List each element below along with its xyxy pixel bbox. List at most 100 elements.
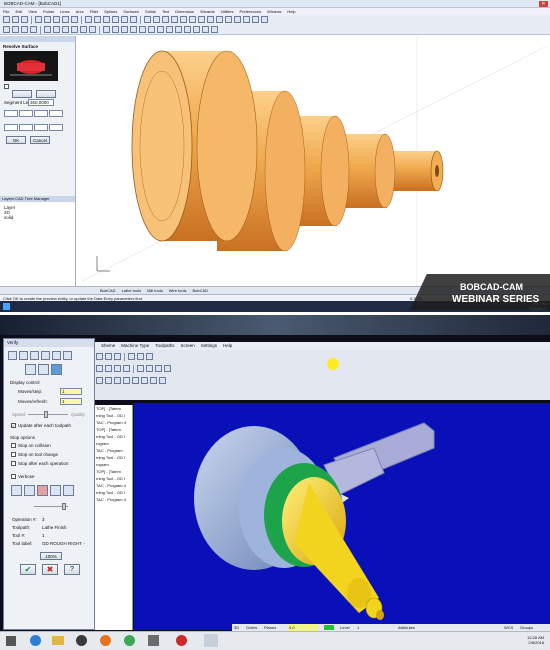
fast-forward-icon[interactable] (63, 351, 72, 360)
transparency-thumb[interactable] (62, 503, 66, 510)
menu-item[interactable]: Text (162, 9, 169, 14)
delete-icon[interactable] (62, 26, 69, 33)
status-gview[interactable]: Gview (246, 624, 257, 631)
color-icon[interactable] (153, 16, 160, 23)
axis-input-1[interactable] (4, 124, 18, 131)
folder-icon[interactable] (52, 636, 64, 645)
step-back-icon[interactable] (19, 351, 28, 360)
view-side-icon[interactable] (21, 26, 28, 33)
angle-input-4[interactable] (49, 110, 63, 117)
cut-icon[interactable] (53, 16, 60, 23)
line-style-icon[interactable] (162, 16, 169, 23)
moves-step-input[interactable]: 1 (60, 388, 82, 395)
menu-item[interactable]: Wizards (200, 9, 214, 14)
sweep-icon[interactable] (193, 26, 200, 33)
toolpath-list-item[interactable]: rning Tool - OD I (96, 475, 132, 482)
toolpath-list-item[interactable]: TOP] - [Tatem (96, 468, 132, 475)
post-icon[interactable] (146, 353, 153, 360)
toolpath-list-item[interactable]: rogram (96, 461, 132, 468)
status-groups[interactable]: Groups (520, 624, 533, 631)
open-file-icon[interactable] (12, 16, 19, 23)
trim-icon[interactable] (150, 377, 157, 384)
toolpath-icon[interactable] (96, 353, 103, 360)
axis-input-3[interactable] (34, 124, 48, 131)
bottom-tab[interactable]: BobCAD (100, 288, 116, 293)
measure-icon[interactable] (189, 16, 196, 23)
offset-icon[interactable] (148, 26, 155, 33)
zoom-in-icon[interactable] (137, 365, 144, 372)
angle-input-1[interactable] (4, 110, 18, 117)
chamfer-icon[interactable] (130, 26, 137, 33)
select-axis-button[interactable] (36, 90, 56, 98)
ie-icon[interactable] (30, 635, 41, 646)
simulate-icon[interactable] (137, 353, 144, 360)
menu-item[interactable]: File (3, 9, 9, 14)
dimension-icon[interactable] (261, 16, 268, 23)
menu-item[interactable]: Sheme (101, 343, 115, 348)
fit-icon[interactable] (112, 16, 119, 23)
point-icon[interactable] (96, 377, 103, 384)
save-icon[interactable] (21, 16, 28, 23)
compare-icon[interactable] (51, 364, 62, 375)
windows-start-icon[interactable] (6, 636, 16, 646)
step-forward-icon[interactable] (52, 351, 61, 360)
surface-icon[interactable] (132, 377, 139, 384)
menu-item[interactable]: Toolpaths (155, 343, 174, 348)
extrude-icon[interactable] (175, 26, 182, 33)
menu-item[interactable]: Arcs (76, 9, 84, 14)
pan-icon[interactable] (94, 16, 101, 23)
wireframe-icon[interactable] (121, 16, 128, 23)
toolpath-list-item[interactable]: TAC - Program 4 (96, 482, 132, 489)
snap-icon[interactable] (180, 16, 187, 23)
stop-tool-change-checkbox[interactable] (11, 452, 16, 457)
boolean-icon[interactable] (202, 26, 209, 33)
toolpath-list-item[interactable]: TOP] - [Tatem (96, 405, 132, 412)
toolpath-list-item[interactable]: rogram (96, 440, 132, 447)
cut-icon[interactable] (63, 485, 74, 496)
segment-length-input[interactable]: 360.0000 (28, 99, 54, 106)
select-icon[interactable] (44, 26, 51, 33)
toolpath-list-item[interactable]: rning Tool - OD I (96, 489, 132, 496)
help-question-icon[interactable]: ? (64, 564, 80, 575)
menu-item[interactable]: Points (43, 9, 54, 14)
profile-checkbox[interactable] (4, 84, 9, 89)
bobcad-taskbar-icon[interactable] (204, 634, 218, 647)
menu-item[interactable]: Fillet (90, 9, 98, 14)
tree-item[interactable]: solid (4, 215, 75, 220)
menu-item[interactable]: Window (267, 9, 281, 14)
paste-icon[interactable] (71, 16, 78, 23)
menu-item[interactable]: Lines (60, 9, 70, 14)
status-planes[interactable]: Planes (264, 624, 276, 631)
grid-icon[interactable] (11, 485, 22, 496)
toolpath-list-item[interactable]: TOP] - [Tatem (96, 426, 132, 433)
bottom-tab[interactable]: Mill tools (147, 288, 163, 293)
close-icon[interactable]: ✕ (539, 1, 548, 7)
angle-input-2[interactable] (19, 110, 33, 117)
view-front-icon[interactable] (12, 26, 19, 33)
axis-input-2[interactable] (19, 124, 33, 131)
line-icon[interactable] (105, 377, 112, 384)
axis-input-4[interactable] (49, 124, 63, 131)
text-icon[interactable] (252, 16, 259, 23)
layer-icon[interactable] (144, 16, 151, 23)
rewind-icon[interactable] (8, 351, 17, 360)
media-icon[interactable] (76, 635, 87, 646)
toolpath-list-item[interactable]: TAC - Program 4 (96, 496, 132, 503)
toolpath-list-item[interactable]: rning Tool - OD I (96, 412, 132, 419)
bottom-tab[interactable]: BobCAD (192, 288, 208, 293)
mill-icon[interactable] (114, 353, 121, 360)
menu-item[interactable]: Splines (104, 9, 117, 14)
status-attributes[interactable]: Attributes (398, 624, 415, 631)
spline-icon[interactable] (225, 16, 232, 23)
firefox-icon[interactable] (100, 635, 111, 646)
toolpath-list-item[interactable]: rning Tool - OD I (96, 454, 132, 461)
menu-item[interactable]: Edit (15, 9, 22, 14)
toolpath-list-item[interactable]: TAC - Program (96, 447, 132, 454)
menu-item[interactable]: Surfaces (123, 9, 139, 14)
stock-icon[interactable] (38, 364, 49, 375)
select-all-icon[interactable] (53, 26, 60, 33)
verify-icon[interactable] (128, 353, 135, 360)
app-icon-2[interactable] (176, 635, 187, 646)
move-icon[interactable] (71, 26, 78, 33)
view-iso-icon[interactable] (30, 26, 37, 33)
